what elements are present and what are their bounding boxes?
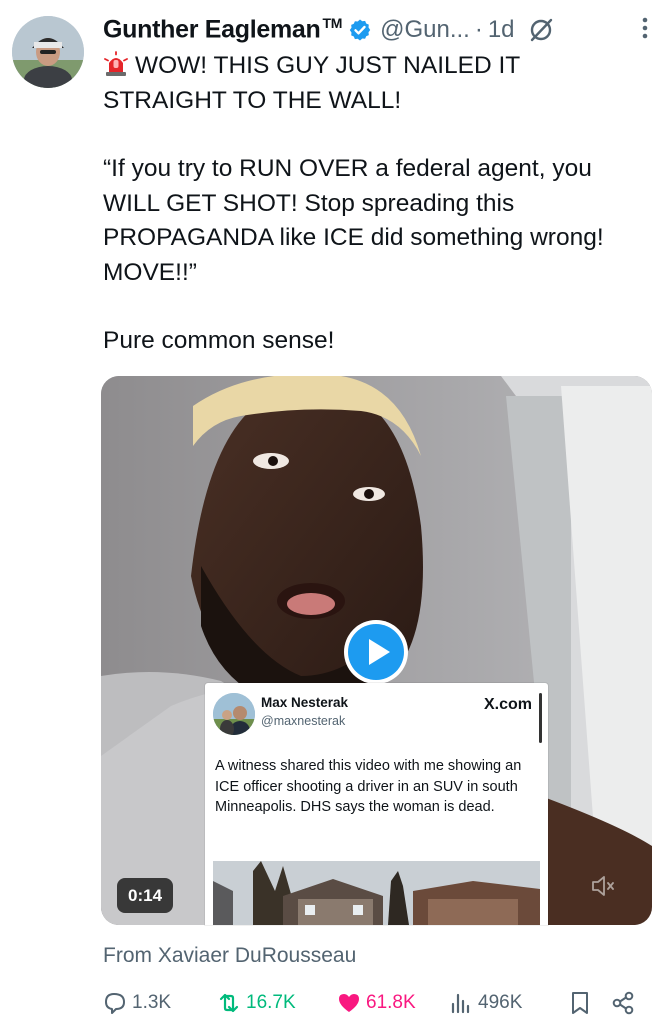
verified-badge-icon: [349, 19, 371, 41]
tweet-line1: WOW! THIS GUY JUST NAILED IT STRAIGHT TO…: [103, 51, 520, 114]
embedded-scrollbar: [539, 693, 542, 743]
embedded-photo: [213, 861, 540, 925]
share-button[interactable]: [610, 985, 640, 1021]
views-count: 496K: [478, 992, 523, 1013]
repost-button[interactable]: 16.7K: [216, 985, 296, 1021]
tweet-header: Gunther Eagleman TM @Gun... · 1d: [103, 10, 660, 50]
bookmark-button[interactable]: [567, 985, 597, 1021]
embedded-post-text: A witness shared this video with me show…: [215, 758, 522, 815]
repost-count: 16.7K: [246, 992, 296, 1013]
author-avatar[interactable]: [12, 16, 84, 88]
like-icon: [339, 994, 359, 1012]
reply-icon: [105, 993, 125, 1014]
reply-button[interactable]: 1.3K: [102, 985, 171, 1021]
like-button[interactable]: 61.8K: [336, 985, 416, 1021]
like-count: 61.8K: [366, 992, 416, 1013]
share-icon: [612, 991, 634, 1015]
views-icon: [451, 993, 470, 1014]
more-icon[interactable]: [642, 8, 648, 48]
embedded-post-card: Max Nesterak @maxnesterak X.com A witnes…: [205, 683, 548, 925]
reply-count: 1.3K: [132, 992, 172, 1013]
views-button[interactable]: 496K: [448, 985, 522, 1021]
grok-icon[interactable]: [527, 16, 555, 44]
repost-icon: [219, 993, 239, 1013]
video-attribution[interactable]: From Xaviaer DuRousseau: [103, 944, 356, 968]
video-duration: 0:14: [117, 878, 174, 913]
play-icon[interactable]: [342, 618, 410, 686]
embedded-avatar: [213, 693, 255, 735]
author-handle[interactable]: @Gun...: [380, 16, 470, 44]
action-bar: 1.3K 16.7K 61.8K 496K: [102, 985, 642, 1021]
siren-icon: [104, 51, 128, 76]
mute-icon[interactable]: [590, 873, 616, 899]
tweet-quote: “If you try to RUN OVER a federal agent,…: [103, 155, 604, 286]
author-name[interactable]: Gunther Eagleman TM: [103, 15, 342, 44]
post-time[interactable]: 1d: [488, 16, 515, 44]
embedded-author-name: Max Nesterak: [261, 695, 349, 710]
tweet-closing: Pure common sense!: [103, 327, 335, 354]
bookmark-icon: [572, 992, 588, 1014]
separator-dot: ·: [474, 16, 483, 43]
embedded-author-handle: @maxnesterak: [261, 714, 346, 728]
embedded-site-label: X.com: [483, 696, 532, 713]
tweet-text: WOW! THIS GUY JUST NAILED IT STRAIGHT TO…: [103, 49, 648, 359]
